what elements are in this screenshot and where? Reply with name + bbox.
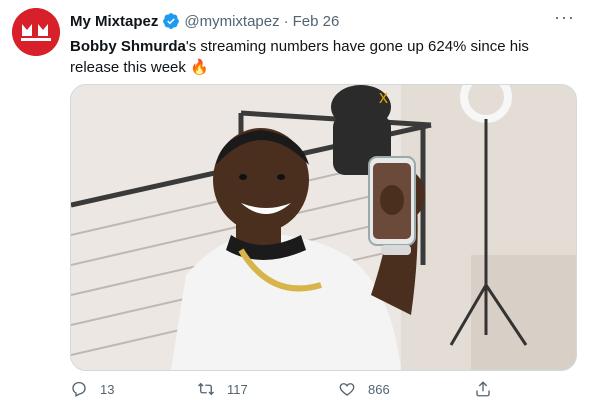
- retweet-button[interactable]: 117: [197, 380, 248, 398]
- mymixtapez-logo-icon: [12, 8, 60, 56]
- photo-image: x: [71, 85, 576, 370]
- tweet-photo[interactable]: x: [70, 84, 577, 371]
- retweet-icon: [198, 382, 214, 396]
- like-button[interactable]: 866: [338, 380, 390, 398]
- avatar[interactable]: [12, 8, 60, 56]
- action-bar: 13 117 866: [70, 380, 550, 404]
- fire-emoji-icon: 🔥: [190, 59, 209, 76]
- tweet-header: My Mixtapez @mymixtapez · Feb 26: [70, 10, 573, 32]
- share-icon: [476, 381, 490, 397]
- tweet-date[interactable]: Feb 26: [293, 13, 340, 30]
- separator-dot: ·: [283, 12, 289, 30]
- share-button[interactable]: [474, 380, 492, 398]
- mention-name: Bobby Shmurda: [70, 38, 186, 55]
- heart-icon: [339, 383, 355, 396]
- verified-badge-icon: [162, 12, 180, 30]
- reply-count: 13: [100, 381, 115, 397]
- reply-icon: [72, 381, 86, 397]
- more-options-icon[interactable]: ···: [554, 8, 575, 26]
- retweet-count: 117: [227, 381, 248, 397]
- handle[interactable]: @mymixtapez: [184, 13, 279, 30]
- svg-text:x: x: [379, 87, 388, 107]
- tweet[interactable]: My Mixtapez @mymixtapez · Feb 26 ··· Bob…: [0, 0, 593, 412]
- display-name[interactable]: My Mixtapez: [70, 13, 158, 30]
- reply-button[interactable]: 13: [70, 380, 114, 398]
- like-count: 866: [368, 381, 390, 397]
- tweet-text: Bobby Shmurda's streaming numbers have g…: [70, 36, 570, 78]
